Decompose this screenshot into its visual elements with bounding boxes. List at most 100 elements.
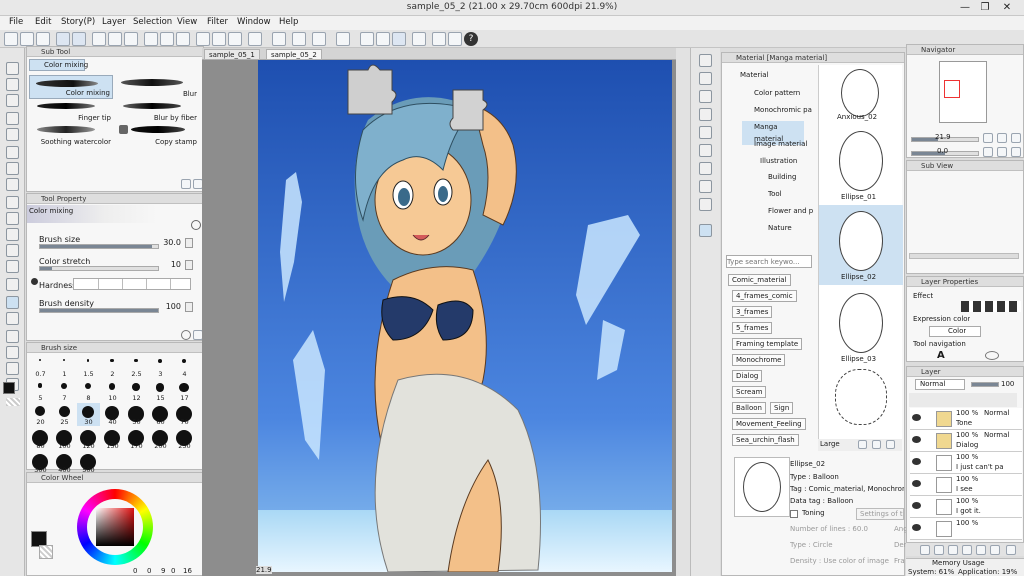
saturation-value-square[interactable]: [96, 508, 134, 546]
brush-size-preset[interactable]: 200: [149, 427, 172, 450]
zoom-out-icon[interactable]: [997, 133, 1007, 143]
brush-size-preset[interactable]: 4: [173, 355, 196, 378]
clear-icon[interactable]: [144, 32, 158, 46]
fit-icon[interactable]: [1011, 133, 1021, 143]
brush-size-preset[interactable]: 12: [125, 379, 148, 402]
tab-sample-05-1[interactable]: sample_05_1: [204, 49, 260, 60]
tree-image-material[interactable]: Image material: [754, 138, 807, 150]
text-tool-icon[interactable]: [6, 362, 19, 375]
brush-size-preset[interactable]: 150: [101, 427, 124, 450]
save-icon[interactable]: [36, 32, 50, 46]
brush-size-preset[interactable]: 7: [53, 379, 76, 402]
color-icon[interactable]: [412, 32, 426, 46]
menu-help[interactable]: Help: [279, 17, 298, 27]
rotate-tool-icon[interactable]: [6, 94, 19, 107]
expand-selection-icon[interactable]: [228, 32, 242, 46]
sub-tool-group-tab[interactable]: Color mixing: [29, 59, 88, 71]
brush-size-preset[interactable]: 170: [125, 427, 148, 450]
palette-icon-6[interactable]: [699, 144, 712, 157]
brush-size-preset[interactable]: 50: [125, 403, 148, 426]
brush-size-preset[interactable]: 30: [77, 403, 100, 426]
brush-size-slider[interactable]: [39, 244, 159, 249]
brush-size-preset[interactable]: 25: [53, 403, 76, 426]
palette-icon-2[interactable]: [699, 72, 712, 85]
palette-icon-4[interactable]: [699, 108, 712, 121]
zoom-in-icon[interactable]: [983, 133, 993, 143]
hand-tool-icon[interactable]: [6, 78, 19, 91]
pencil-tool-icon[interactable]: [6, 212, 19, 225]
tag-5-frames[interactable]: 5_frames: [732, 322, 773, 334]
brush-size-preset[interactable]: 2.5: [125, 355, 148, 378]
brush-size-preset[interactable]: 120: [77, 427, 100, 450]
tree-color-pattern[interactable]: Color pattern: [754, 87, 800, 99]
toning-checkbox[interactable]: [790, 510, 798, 518]
open-file-icon[interactable]: [20, 32, 34, 46]
thumb-anxious-02[interactable]: [841, 69, 879, 117]
brush-size-preset[interactable]: 8: [77, 379, 100, 402]
brush-size-preset[interactable]: 3: [149, 355, 172, 378]
new-folder-icon[interactable]: [948, 545, 958, 555]
color-stretch-slider[interactable]: [39, 266, 159, 271]
navigator-view-frame[interactable]: [944, 80, 960, 98]
sub-tool-blur[interactable]: Blur: [115, 75, 199, 99]
new-raster-layer-icon[interactable]: [920, 545, 930, 555]
rotate-left-icon[interactable]: [983, 147, 993, 157]
transform-icon[interactable]: [176, 32, 190, 46]
tree-building[interactable]: Building: [768, 171, 796, 183]
menu-file[interactable]: File: [9, 17, 23, 27]
pen-pressure-icon[interactable]: [432, 32, 446, 46]
crop-icon[interactable]: [248, 32, 262, 46]
pen-tool-icon[interactable]: [6, 196, 19, 209]
eye-icon[interactable]: [912, 414, 921, 421]
toning-settings-button[interactable]: Settings of ton: [856, 508, 904, 520]
tag-3-frames[interactable]: 3_frames: [732, 306, 773, 318]
layer-row[interactable]: 100 % I just can't pa: [910, 452, 1022, 474]
tree-illustration[interactable]: Illustration: [760, 155, 797, 167]
menu-view[interactable]: View: [177, 17, 197, 27]
sub-tool-color-mixing[interactable]: Color mixing: [29, 75, 113, 99]
palette-icon-5[interactable]: [699, 126, 712, 139]
cut-icon[interactable]: [92, 32, 106, 46]
invert-selection-icon[interactable]: [212, 32, 226, 46]
navigator-zoom-value[interactable]: 21.9: [935, 133, 951, 141]
palette-icon-3[interactable]: [699, 90, 712, 103]
new-vector-layer-icon[interactable]: [934, 545, 944, 555]
tag-dialog[interactable]: Dialog: [732, 370, 763, 382]
navigator-preview[interactable]: [939, 61, 987, 123]
brush-size-preset[interactable]: 5: [29, 379, 52, 402]
maximize-button[interactable]: ❐: [978, 1, 992, 14]
brush-size-preset[interactable]: 70: [173, 403, 196, 426]
sub-view-scrollbar[interactable]: [909, 253, 1019, 259]
list-view-icon[interactable]: [858, 440, 867, 449]
main-color-swatch[interactable]: [3, 382, 15, 394]
palette-icon-material[interactable]: [699, 224, 712, 237]
eye-icon[interactable]: [912, 480, 921, 487]
snap-ruler-icon[interactable]: [272, 32, 286, 46]
tree-flower[interactable]: Flower and p: [768, 205, 813, 217]
tag-movement-feeling[interactable]: Movement_Feeling: [732, 418, 806, 430]
sub-tool-soothing-watercolor[interactable]: Soothing watercolor: [29, 123, 113, 147]
minimize-button[interactable]: —: [958, 1, 972, 14]
grid-icon[interactable]: [336, 32, 350, 46]
palette-icon-7[interactable]: [699, 162, 712, 175]
menu-story[interactable]: Story(P): [61, 17, 95, 27]
brush-size-preset[interactable]: 250: [173, 427, 196, 450]
brush-size-preset[interactable]: 60: [149, 403, 172, 426]
balloon-nav-icon[interactable]: [985, 351, 999, 360]
tag-framing-template[interactable]: Framing template: [732, 338, 803, 350]
brush-size-preset[interactable]: 100: [53, 427, 76, 450]
new-file-icon[interactable]: [4, 32, 18, 46]
layer-mask-icon[interactable]: [976, 545, 986, 555]
blend-mode-select[interactable]: Normal: [915, 379, 965, 390]
grid-view-icon[interactable]: [872, 440, 881, 449]
eyedropper-tool-icon[interactable]: [6, 178, 19, 191]
brush-density-value[interactable]: 100: [161, 302, 181, 311]
brush-tool-icon[interactable]: [6, 228, 19, 241]
close-button[interactable]: ✕: [1000, 1, 1014, 14]
expression-color-select[interactable]: Color: [929, 326, 981, 337]
tag-monochrome[interactable]: Monochrome: [732, 354, 786, 366]
canvas-illustration[interactable]: [258, 60, 672, 572]
thumbnail-size-select[interactable]: Large: [820, 440, 840, 448]
merge-layer-icon[interactable]: [962, 545, 972, 555]
gradient-tool-icon[interactable]: [6, 330, 19, 343]
